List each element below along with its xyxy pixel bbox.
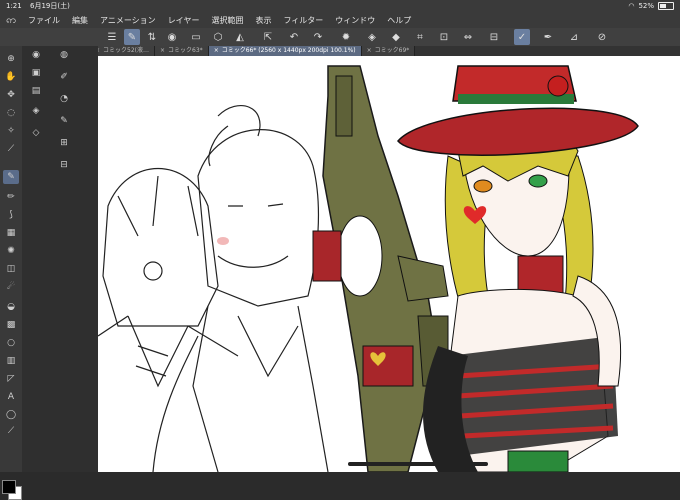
wifi-icon: ◠ bbox=[628, 2, 635, 10]
color-set-icon[interactable]: ⊞ bbox=[56, 136, 72, 150]
deselect-icon[interactable]: ⊟ bbox=[486, 29, 502, 45]
correction-icon[interactable]: ⟋ bbox=[3, 424, 19, 438]
pencil-icon[interactable]: ✏ bbox=[3, 190, 19, 204]
menu-bar: ဢ ファイル 編集 アニメーション レイヤー 選択範囲 表示 フィルター ウィン… bbox=[0, 12, 680, 28]
menu-animation[interactable]: アニメーション bbox=[94, 15, 162, 26]
fill-icon[interactable]: ◈ bbox=[364, 29, 380, 45]
close-icon[interactable]: × bbox=[367, 47, 372, 54]
material-icon[interactable]: ✎ bbox=[56, 114, 72, 128]
status-right: ◠ 52% bbox=[628, 0, 674, 12]
menu-icon[interactable]: ☰ bbox=[104, 29, 120, 45]
sub-tool-stack-icon[interactable]: ◈ bbox=[28, 104, 44, 118]
tab-comic52[interactable]: ×コミック52(液… bbox=[90, 46, 156, 56]
fill-selection-icon[interactable]: ◆ bbox=[388, 29, 404, 45]
ruler-icon[interactable]: ⊿ bbox=[566, 29, 582, 45]
gradient-icon[interactable]: ▩ bbox=[3, 318, 19, 332]
frame-icon[interactable]: ▥ bbox=[3, 354, 19, 368]
menu-edit[interactable]: 編集 bbox=[66, 15, 94, 26]
history-icon[interactable]: ⊟ bbox=[56, 158, 72, 172]
shape-icon[interactable]: ○ bbox=[3, 336, 19, 350]
eyedropper-icon[interactable]: ⟋ bbox=[3, 142, 19, 156]
artwork-illustration bbox=[98, 65, 639, 472]
menu-filter[interactable]: フィルター bbox=[277, 15, 329, 26]
menu-window[interactable]: ウィンドウ bbox=[329, 15, 381, 26]
redo-icon[interactable]: ↷ bbox=[310, 29, 326, 45]
clear-icon[interactable]: ✹ bbox=[338, 29, 354, 45]
navigator-icon[interactable]: ◍ bbox=[56, 48, 72, 62]
home-indicator bbox=[348, 462, 488, 466]
color-swatches[interactable] bbox=[2, 478, 22, 500]
scale-icon[interactable]: ⊡ bbox=[436, 29, 452, 45]
eraser-icon[interactable]: ◫ bbox=[3, 262, 19, 276]
menu-layer[interactable]: レイヤー bbox=[162, 15, 206, 26]
tab-comic69[interactable]: × コミック69* bbox=[361, 46, 416, 56]
move-icon[interactable]: ✥ bbox=[3, 88, 19, 102]
record-icon[interactable]: ◉ bbox=[164, 29, 180, 45]
zoom-icon[interactable]: ⊕ bbox=[3, 52, 19, 66]
undo-icon[interactable]: ↶ bbox=[286, 29, 302, 45]
transform-icon[interactable]: ⌗ bbox=[412, 29, 428, 45]
property-palette: ◍ ✐ ◔ ✎ ⊞ ⊟ bbox=[50, 46, 98, 472]
text-icon[interactable]: A bbox=[3, 390, 19, 404]
close-icon[interactable]: × bbox=[214, 47, 219, 54]
hand-icon[interactable]: ✋ bbox=[3, 70, 19, 84]
check-icon[interactable]: ✓ bbox=[514, 29, 530, 45]
decoration-icon[interactable]: ✺ bbox=[3, 244, 19, 258]
tab-comic66[interactable]: × コミック66* (2560 x 1440px 200dpi 100.1%) bbox=[208, 46, 362, 56]
drawing-canvas[interactable] bbox=[98, 56, 680, 472]
sub-tool-layers-icon[interactable]: ◇ bbox=[28, 126, 44, 140]
tab-comic63[interactable]: × コミック63* bbox=[155, 46, 209, 56]
left-character-lineart bbox=[98, 168, 239, 388]
command-bar: ☰ ✎ ⇅ ◉ ▭ ⬡ ◭ ⇱ ↶ ↷ ✹ ◈ ◆ ⌗ ⊡ ⇔ ⊟ ✓ ✒ ⊿ … bbox=[0, 28, 680, 46]
menu-view[interactable]: 表示 bbox=[249, 15, 277, 26]
quick-access-icon[interactable]: ⊘ bbox=[594, 29, 610, 45]
magic-wand-icon[interactable]: ✧ bbox=[3, 124, 19, 138]
menu-help[interactable]: ヘルプ bbox=[381, 15, 417, 26]
pen-icon[interactable]: ✒ bbox=[540, 29, 556, 45]
lasso-icon[interactable]: ◌ bbox=[3, 106, 19, 120]
blush-mark bbox=[217, 237, 229, 245]
sub-tool-layer-icon[interactable]: ▣ bbox=[28, 66, 44, 80]
layer-icon[interactable]: ▭ bbox=[188, 29, 204, 45]
switch-icon[interactable]: ⇅ bbox=[144, 29, 160, 45]
tool-palette: ⊕ ✋ ✥ ◌ ✧ ⟋ ✎ ✏ ⟆ ▦ ✺ ◫ ☄ ◒ ▩ ○ ▥ ◸ A ◯ … bbox=[0, 46, 22, 500]
brush-icon[interactable]: ⟆ bbox=[3, 208, 19, 222]
balloon-icon[interactable]: ◯ bbox=[3, 408, 19, 422]
menu-file[interactable]: ファイル bbox=[22, 15, 66, 26]
status-date: 6月19日(土) bbox=[30, 2, 70, 10]
brush-size-icon[interactable]: ✐ bbox=[56, 70, 72, 84]
bucket-icon[interactable]: ◭ bbox=[232, 29, 248, 45]
color-wheel-icon[interactable]: ◔ bbox=[56, 92, 72, 106]
airbrush-icon[interactable]: ▦ bbox=[3, 226, 19, 240]
sub-tool-property-icon[interactable]: ▤ bbox=[28, 84, 44, 98]
sub-tool-palette: ◉ ▣ ▤ ◈ ◇ bbox=[22, 46, 50, 472]
ruler-tool-icon[interactable]: ◸ bbox=[3, 372, 19, 386]
pen-tool-icon[interactable]: ✎ bbox=[3, 170, 19, 184]
export-icon[interactable]: ⇱ bbox=[260, 29, 276, 45]
flip-icon[interactable]: ⇔ bbox=[460, 29, 476, 45]
center-character-lineart bbox=[152, 105, 329, 472]
fill-tool-icon[interactable]: ◒ bbox=[3, 300, 19, 314]
blend-icon[interactable]: ☄ bbox=[3, 280, 19, 294]
sub-tool-pen-icon[interactable]: ◉ bbox=[28, 48, 44, 62]
main-color-swatch[interactable] bbox=[2, 480, 16, 494]
brush-mode-icon[interactable]: ✎ bbox=[124, 29, 140, 45]
battery-icon bbox=[658, 2, 674, 10]
save-icon[interactable]: ⬡ bbox=[210, 29, 226, 45]
app-logo-icon[interactable]: ဢ bbox=[0, 13, 22, 28]
status-time: 1:21 bbox=[6, 2, 22, 10]
menu-selection[interactable]: 選択範囲 bbox=[205, 15, 249, 26]
document-tabs: ×コミック52(液… ×コミック63* ×コミック66* (2560 x 144… bbox=[90, 46, 680, 56]
close-icon[interactable]: × bbox=[160, 47, 165, 54]
battery-percent: 52% bbox=[638, 2, 654, 10]
ios-status-bar: 1:21 6月19日(土) ◠ 52% bbox=[0, 0, 680, 12]
